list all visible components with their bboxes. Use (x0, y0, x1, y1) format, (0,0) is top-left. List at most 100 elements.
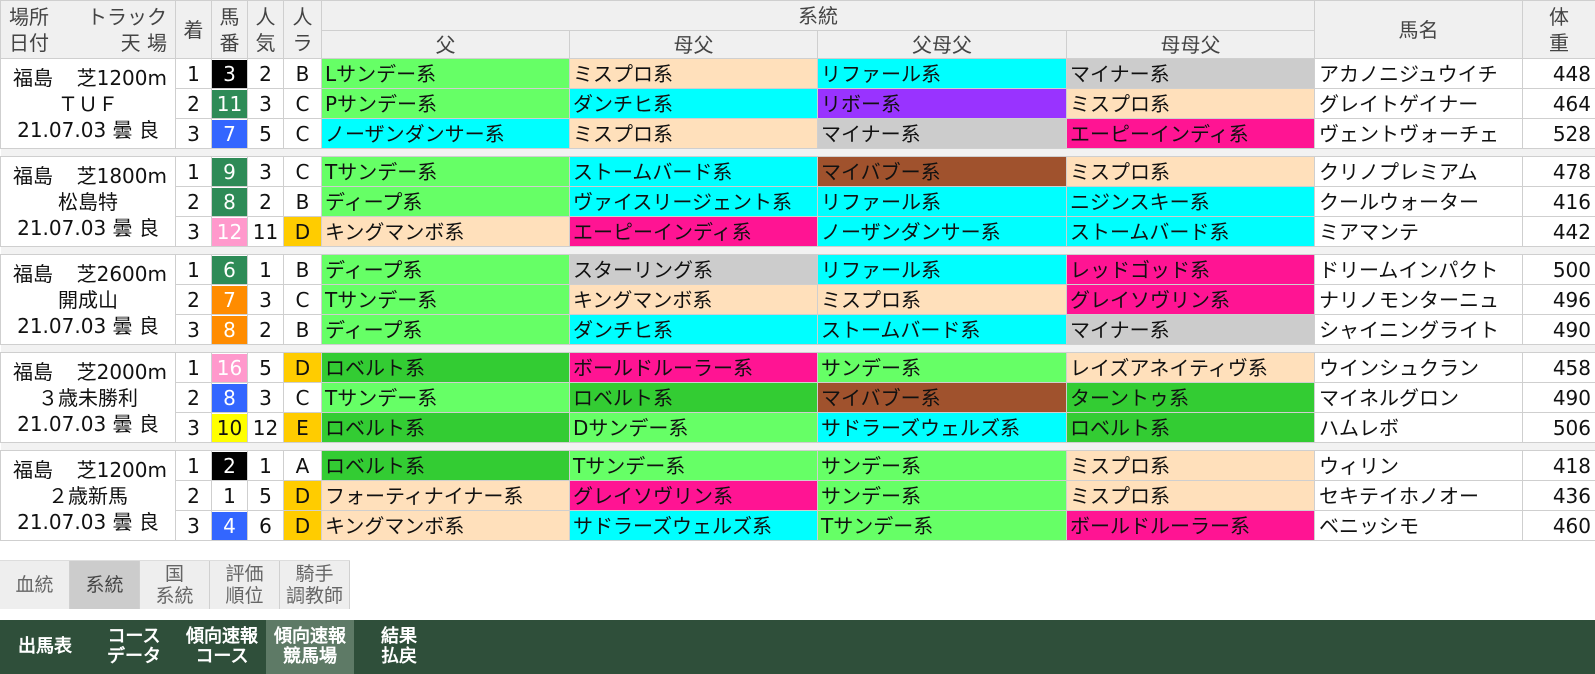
race-separator (0, 442, 1595, 451)
horse-name[interactable]: クールウォーター (1314, 186, 1523, 217)
horse-number: 12 (211, 216, 248, 247)
race-separator (0, 344, 1595, 353)
result-row[interactable]: 福島 芝1200m ＴＵＦ 21.07.03 曇 良 1 3 2 B Lサンデー系 ミスプロ… (0, 58, 1595, 149)
result-row[interactable]: 2 8 2 B ディープ系 ヴァイスリージェント系 リファール系 ニジンスキー系 クールウォータ… (1, 186, 1595, 217)
result-row[interactable]: 2 1 5 D フォーティナイナー系 グレイソヴリン系 サンデー系 ミスプロ系 セキテイホノオー… (1, 480, 1595, 511)
horse-name[interactable]: ミアマンテ (1314, 216, 1523, 247)
sire-damsire-line: リボー系 (817, 88, 1067, 119)
race-weather: 曇 (112, 509, 133, 534)
finish-rank: 2 (175, 88, 212, 119)
popularity-rating: B (283, 314, 322, 345)
horse-name[interactable]: マイネルグロン (1314, 382, 1523, 413)
race-weather: 曇 (112, 117, 133, 142)
horse-name[interactable]: ベニッシモ (1314, 510, 1523, 541)
race-date-line: 21.07.03 曇 良 (3, 411, 173, 437)
horse-name[interactable]: シャイニングライト (1314, 314, 1523, 345)
header-horse: 馬名 (1314, 0, 1523, 59)
sire-damsire-line: マイナー系 (817, 118, 1067, 149)
result-row[interactable]: 福島 芝2600m 開成山 21.07.03 曇 良 1 6 1 B ディープ系 スターリン… (0, 254, 1595, 345)
sire-damsire-line: サドラーズウェルズ系 (817, 412, 1067, 443)
horse-number-badge: 16 (212, 353, 247, 382)
result-row[interactable]: 3 8 2 B ディープ系 ダンチヒ系 ストームバード系 マイナー系 シャイニングライト 490 (1, 314, 1595, 345)
nav-tab-2[interactable]: 傾向速報 コース (178, 620, 266, 674)
race-date: 21.07.03 (17, 215, 107, 240)
popularity-rating: C (283, 156, 322, 187)
result-row[interactable]: 福島 芝2000m ３歳未勝利 21.07.03 曇 良 1 16 5 D ロベルト系 ボー… (0, 352, 1595, 443)
horse-name[interactable]: アカノニジュウイチ (1314, 58, 1523, 89)
popularity-rating: D (283, 480, 322, 511)
race-info[interactable]: 福島 芝1200m ２歳新馬 21.07.03 曇 良 (0, 450, 176, 541)
result-row[interactable]: 2 8 3 C Tサンデー系 ロベルト系 マイバブー系 ターントゥ系 マイネルグロン 490 (1, 382, 1595, 413)
race-info[interactable]: 福島 芝2000m ３歳未勝利 21.07.03 曇 良 (0, 352, 176, 443)
horse-weight: 496 (1522, 284, 1595, 315)
popularity: 12 (247, 412, 284, 443)
horse-number: 8 (211, 314, 248, 345)
header-rate: 人 ラ (283, 0, 322, 59)
subtab-4[interactable]: 騎手 調教師 (280, 561, 350, 609)
subtab-1[interactable]: 系統 (70, 561, 140, 609)
horse-name[interactable]: ハムレボ (1314, 412, 1523, 443)
result-row[interactable]: 福島 芝1800m 松島特 21.07.03 曇 良 1 9 3 C Tサンデー系 ストーム… (0, 156, 1595, 247)
sire-damsire-line: ストームバード系 (817, 314, 1067, 345)
horse-number-badge: 12 (212, 217, 247, 246)
result-row[interactable]: 3 12 11 D キングマンボ系 エーピーインディ系 ノーザンダンサー系 ストームバード系ミ… (1, 216, 1595, 247)
result-row[interactable]: 2 11 3 C Pサンデー系 ダンチヒ系 リボー系 ミスプロ系 グレイトゲイナー 464 (1, 88, 1595, 119)
horse-number-badge: 11 (212, 89, 247, 118)
result-row[interactable]: 3 7 5 C ノーザンダンサー系 ミスプロ系 マイナー系 エーピーインディ系 ヴェントヴォーチ… (1, 118, 1595, 149)
result-row[interactable]: 福島 芝1200m ２歳新馬 21.07.03 曇 良 1 2 1 A ロベルト系 Tサンデ… (0, 450, 1595, 541)
horse-name[interactable]: ウインシュクラン (1314, 352, 1523, 383)
nav-tab-4[interactable]: 結果 払戻 (354, 620, 444, 674)
race-place: 福島 (13, 261, 53, 286)
horse-name[interactable]: ヴェントヴォーチェ (1314, 118, 1523, 149)
horse-name[interactable]: クリノプレミアム (1314, 156, 1523, 187)
finish-rank: 2 (175, 186, 212, 217)
finish-rank: 1 (175, 58, 212, 89)
popularity: 1 (247, 254, 284, 285)
horse-number-badge: 6 (212, 255, 247, 284)
horse-weight: 464 (1522, 88, 1595, 119)
sire-damsire-line: サンデー系 (817, 450, 1067, 481)
horse-name[interactable]: セキテイホノオー (1314, 480, 1523, 511)
race-info[interactable]: 福島 芝2600m 開成山 21.07.03 曇 良 (0, 254, 176, 345)
race-info[interactable]: 福島 芝1200m ＴＵＦ 21.07.03 曇 良 (0, 58, 176, 149)
horse-number: 11 (211, 88, 248, 119)
race-info[interactable]: 福島 芝1800m 松島特 21.07.03 曇 良 (0, 156, 176, 247)
sire-line: ロベルト系 (321, 450, 570, 481)
nav-tab-0[interactable]: 出馬表 (0, 620, 90, 674)
header-pop: 人 気 (247, 0, 284, 59)
race-track: 芝1800m (76, 163, 167, 188)
popularity-rating: B (283, 186, 322, 217)
popularity-rating: C (283, 88, 322, 119)
sire-line: Tサンデー系 (321, 156, 570, 187)
dam-damsire-line: ミスプロ系 (1066, 480, 1315, 511)
horse-name[interactable]: グレイトゲイナー (1314, 88, 1523, 119)
race-condition: 良 (138, 117, 159, 142)
subtab-2[interactable]: 国 系統 (140, 561, 210, 609)
horse-number: 9 (211, 156, 248, 187)
horse-name[interactable]: ウィリン (1314, 450, 1523, 481)
result-row[interactable]: 3 10 12 E ロベルト系 Dサンデー系 サドラーズウェルズ系 ロベルト系 ハムレボ 506 (1, 412, 1595, 443)
popularity-rating: C (283, 118, 322, 149)
sire-damsire-line: ノーザンダンサー系 (817, 216, 1067, 247)
subtab-0[interactable]: 血統 (0, 561, 70, 609)
result-row[interactable]: 2 7 3 C Tサンデー系 キングマンボ系 ミスプロ系 グレイソヴリン系 ナリノモンターニュ 4… (1, 284, 1595, 315)
nav-tab-1[interactable]: コース データ (90, 620, 178, 674)
horse-number: 7 (211, 284, 248, 315)
horse-weight: 418 (1522, 450, 1595, 481)
dam-damsire-line: エーピーインディ系 (1066, 118, 1315, 149)
header-dam-damsire: 母母父 (1066, 30, 1315, 59)
dam-damsire-line: レッドゴッド系 (1066, 254, 1315, 285)
header-lineage: 系統 (321, 0, 1315, 31)
horse-name[interactable]: ナリノモンターニュ (1314, 284, 1523, 315)
header-weight: 体 重 (1522, 0, 1595, 59)
horse-number: 6 (211, 254, 248, 285)
result-row[interactable]: 3 4 6 D キングマンボ系 サドラーズウェルズ系 Tサンデー系 ボールドルーラー系 ベニッシ… (1, 510, 1595, 541)
race-date-line: 21.07.03 曇 良 (3, 509, 173, 535)
damsire-line: ミスプロ系 (569, 118, 818, 149)
horse-name[interactable]: ドリームインパクト (1314, 254, 1523, 285)
nav-tab-3[interactable]: 傾向速報 競馬場 (266, 620, 354, 674)
horse-number: 8 (211, 382, 248, 413)
sire-line: ノーザンダンサー系 (321, 118, 570, 149)
subtab-3[interactable]: 評価 順位 (210, 561, 280, 609)
race-track: 芝2000m (76, 359, 167, 384)
